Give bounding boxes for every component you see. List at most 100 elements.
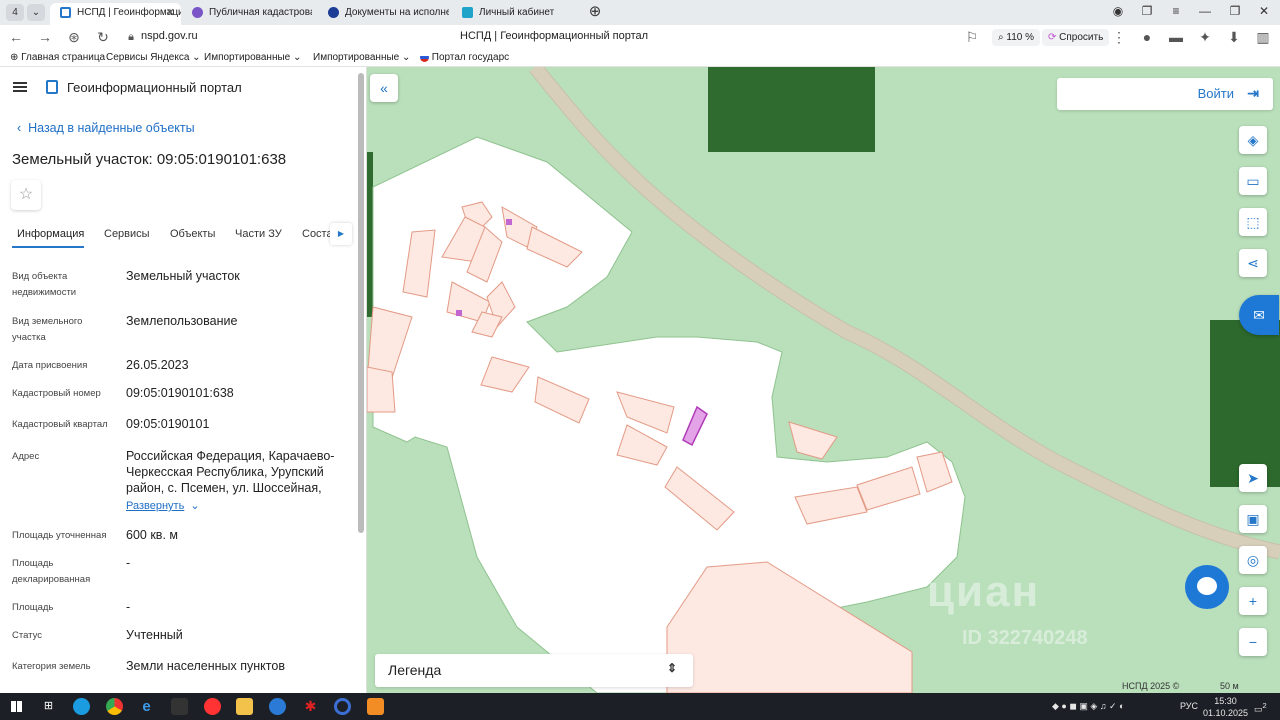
tray-icons[interactable]: ◆ ● ◼ ▣ ◈ ♫ ✓ ◐	[1052, 701, 1124, 712]
tab-personal-cabinet[interactable]: Личный кабинет	[452, 3, 582, 23]
restore-button[interactable]: ❐	[1225, 4, 1245, 18]
edge-icon[interactable]	[73, 698, 90, 715]
portal-logo-icon	[46, 80, 58, 94]
bookmark-gosuslugi[interactable]: Портал государс	[420, 52, 509, 63]
downloads-icon[interactable]: ⬇	[1225, 29, 1243, 46]
new-tab-button[interactable]: ⊕	[585, 2, 605, 20]
tab-parts[interactable]: Части ЗУ	[235, 228, 282, 240]
media-icon[interactable]	[171, 698, 188, 715]
select-area-icon[interactable]: ⬚	[1239, 208, 1267, 236]
tab-services[interactable]: Сервисы	[104, 228, 150, 240]
parcel	[367, 366, 396, 413]
tabs-scroll-right-icon[interactable]: ▶	[330, 223, 352, 245]
app3-icon[interactable]	[334, 698, 351, 715]
ruler-icon[interactable]: ▭	[1239, 167, 1267, 195]
reload-icon[interactable]: ↻	[94, 29, 112, 46]
zoom-level[interactable]: ⌕ 110 %	[992, 29, 1041, 46]
close-icon[interactable]: ✕	[166, 3, 175, 23]
protect-icon[interactable]: ⊛	[65, 29, 83, 46]
extensions-puzzle-icon[interactable]: ✦	[1196, 29, 1214, 46]
file-explorer-icon[interactable]	[236, 698, 253, 715]
ask-button[interactable]: ⟳ Спросить	[1042, 29, 1110, 46]
info-panel: Геоинформационный портал ‹ Назад в найде…	[0, 67, 367, 693]
app4-icon[interactable]	[367, 698, 384, 715]
tab-documents[interactable]: Документы на исполнен	[318, 3, 449, 23]
geolocation-icon[interactable]: ◎	[1239, 546, 1267, 574]
tab-composition[interactable]: Соста	[302, 228, 333, 240]
url-field[interactable]: nspd.gov.ru	[141, 30, 198, 42]
minimize-button[interactable]: —	[1195, 4, 1215, 18]
chat-icon	[1197, 577, 1217, 595]
field-value: 600 кв. м	[126, 528, 178, 542]
extension-icon[interactable]: ●	[1138, 29, 1156, 46]
field-label: Категория земель	[12, 661, 91, 672]
yandex-browser-icon[interactable]	[204, 698, 221, 715]
tab-list-chevron-icon[interactable]: ⌄	[27, 4, 45, 21]
building	[506, 219, 512, 225]
bookmark-imported-2[interactable]: Импортированные ⌄	[313, 52, 410, 63]
object-title: Земельный участок: 09:05:0190101:638	[12, 151, 287, 168]
back-arrow-icon[interactable]: ←	[7, 29, 25, 46]
bookmark-imported-1[interactable]: Импортированные ⌄	[204, 52, 301, 63]
layers-icon[interactable]: ◈	[1239, 126, 1267, 154]
clock[interactable]: 15:30 01.10.2025	[1203, 695, 1248, 719]
windows-start-icon[interactable]	[8, 698, 25, 715]
task-view-icon[interactable]: ⊞	[40, 698, 57, 715]
scale-bar: 50 м	[1220, 681, 1239, 691]
field-label: Адрес	[12, 451, 40, 462]
cadastral-favicon-icon	[192, 6, 203, 18]
ai-icon: ⟳	[1048, 32, 1060, 43]
forward-arrow-icon[interactable]: →	[36, 29, 54, 46]
more-vertical-icon[interactable]: ⋮	[1110, 29, 1128, 46]
profile-icon[interactable]: ◉	[1108, 4, 1128, 18]
sidebar-icon[interactable]: ▥	[1254, 29, 1272, 46]
language-indicator[interactable]: РУС	[1180, 701, 1198, 711]
notifications-icon[interactable]: ▭2	[1254, 701, 1267, 715]
bookmark-yandex-services[interactable]: Сервисы Яндекса ⌄	[106, 52, 201, 63]
tab-objects[interactable]: Объекты	[170, 228, 215, 240]
navigate-icon[interactable]: ➤	[1239, 464, 1267, 492]
chrome-icon[interactable]	[106, 698, 123, 715]
login-button[interactable]: Войти ⇥	[1057, 78, 1273, 110]
legend-label: Легенда	[388, 662, 442, 678]
share-icon[interactable]: ⋖	[1239, 249, 1267, 277]
close-window-button[interactable]: ✕	[1254, 4, 1274, 18]
bookmark-icon[interactable]: ⚐	[963, 29, 981, 46]
clock-date: 01.10.2025	[1203, 708, 1249, 718]
tab-label: Личный кабинет	[479, 7, 555, 18]
field-value: -	[126, 556, 131, 570]
cadastral-map[interactable]: « Войти ⇥ ◈ ▭ ⬚ ⋖ ✉ ➤ ▣ ◎ + − циан ID 322…	[367, 67, 1280, 693]
tab-label: Документы на исполнен	[345, 7, 449, 18]
flag-icon	[420, 52, 429, 62]
field-value: Землепользование	[126, 314, 238, 328]
legend-panel[interactable]: Легенда ⇕	[375, 654, 693, 687]
menu-icon[interactable]: ≡	[1166, 4, 1186, 18]
field-value: 09:05:0190101:638	[126, 386, 234, 400]
tab-nspd[interactable]: НСПД | Геоинформаци ✕	[50, 3, 181, 25]
dialog-icon[interactable]: ✉	[1239, 295, 1279, 335]
back-to-results-link[interactable]: ‹ Назад в найденные объекты	[17, 121, 195, 135]
collections-icon[interactable]: ❐	[1137, 4, 1157, 18]
bookmark-home[interactable]: ⊕ Главная страница	[10, 52, 105, 63]
panel-scrollbar[interactable]	[358, 73, 364, 533]
ask-label: Спросить	[1059, 32, 1104, 43]
address-bar-row: ← → ⊛ ↻ 🔒︎ nspd.gov.ru НСПД | Геоинформа…	[0, 25, 1280, 50]
forest-patch	[367, 152, 373, 317]
app2-icon[interactable]: ✱	[302, 698, 319, 715]
expand-address-link[interactable]: Развернуть ⌄	[126, 499, 200, 512]
hamburger-menu-icon[interactable]	[13, 82, 27, 92]
chat-button[interactable]	[1185, 565, 1229, 609]
extension2-icon[interactable]: ▬	[1167, 29, 1185, 46]
minimap-icon[interactable]: ▣	[1239, 505, 1267, 533]
zoom-in-button[interactable]: +	[1239, 587, 1267, 615]
collapse-panel-button[interactable]: «	[370, 74, 398, 102]
field-label: Дата присвоения	[12, 360, 88, 371]
favorite-star-icon[interactable]: ☆	[11, 180, 41, 210]
zoom-out-button[interactable]: −	[1239, 628, 1267, 656]
tab-cadastral-map[interactable]: Публичная кадастровая	[182, 3, 312, 23]
field-label: Площадь	[12, 602, 54, 613]
tab-information[interactable]: Информация	[17, 228, 84, 240]
tab-counter[interactable]: 4	[6, 4, 24, 21]
app-icon[interactable]	[269, 698, 286, 715]
ie-icon[interactable]: e	[138, 698, 155, 715]
